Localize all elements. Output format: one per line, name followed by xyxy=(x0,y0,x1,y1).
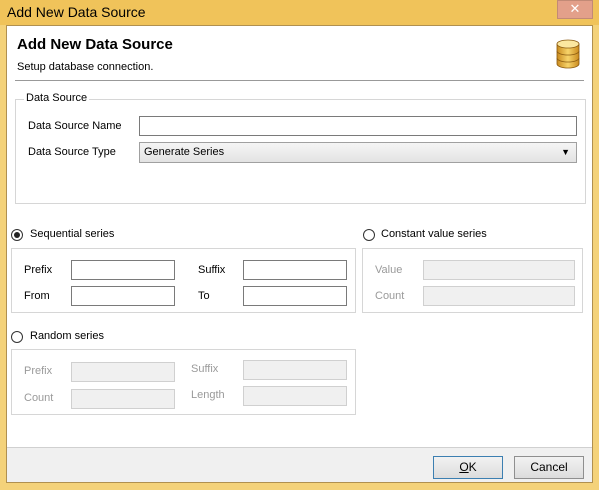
data-source-type-value: Generate Series xyxy=(144,146,225,158)
dialog-body: Add New Data Source Setup database conne… xyxy=(6,25,593,483)
sequential-prefix-input[interactable] xyxy=(71,260,175,280)
window-title: Add New Data Source xyxy=(7,4,146,20)
chevron-down-icon: ▼ xyxy=(561,147,570,157)
ok-mnemonic: O xyxy=(459,460,469,474)
title-bar: Add New Data Source ✕ xyxy=(0,0,599,25)
constant-value-label: Value xyxy=(375,264,403,276)
data-source-type-label: Data Source Type xyxy=(28,146,116,158)
random-series-panel: Prefix Suffix Count Length xyxy=(11,349,356,415)
random-prefix-input[interactable] xyxy=(71,362,175,382)
dialog-footer: OK Cancel xyxy=(7,448,592,482)
constant-series-label: Constant value series xyxy=(381,228,487,240)
data-source-name-input[interactable] xyxy=(139,116,577,136)
ok-button[interactable]: OK xyxy=(433,456,503,479)
data-source-legend: Data Source xyxy=(24,92,90,104)
random-suffix-label: Suffix xyxy=(191,363,219,375)
sequential-series-radio[interactable] xyxy=(11,229,23,241)
sequential-from-input[interactable] xyxy=(71,286,175,306)
constant-count-label: Count xyxy=(375,290,405,302)
random-suffix-input[interactable] xyxy=(243,360,347,380)
random-prefix-label: Prefix xyxy=(24,365,53,377)
random-length-label: Length xyxy=(191,389,225,401)
sequential-to-input[interactable] xyxy=(243,286,347,306)
random-length-input[interactable] xyxy=(243,386,347,406)
close-icon: ✕ xyxy=(569,2,581,17)
sequential-suffix-input[interactable] xyxy=(243,260,347,280)
sequential-to-label: To xyxy=(198,290,210,302)
database-icon xyxy=(556,39,580,69)
constant-count-input[interactable] xyxy=(423,286,575,306)
constant-value-input[interactable] xyxy=(423,260,575,280)
constant-series-radio[interactable] xyxy=(363,229,375,241)
random-series-label: Random series xyxy=(30,330,104,342)
close-button[interactable]: ✕ xyxy=(557,0,593,19)
sequential-prefix-label: Prefix xyxy=(24,264,53,276)
data-source-group: Data Source Data Source Name Data Source… xyxy=(15,92,586,204)
header-separator xyxy=(15,80,584,81)
cancel-button[interactable]: Cancel xyxy=(514,456,584,479)
sequential-from-label: From xyxy=(24,290,50,302)
ok-label-rest: K xyxy=(468,460,477,474)
data-source-type-select[interactable]: Generate Series ▼ xyxy=(139,142,577,163)
sequential-suffix-label: Suffix xyxy=(198,264,226,276)
random-series-radio[interactable] xyxy=(11,331,23,343)
dialog-subtitle: Setup database connection. xyxy=(17,61,154,73)
dialog-heading: Add New Data Source xyxy=(17,36,173,53)
random-count-label: Count xyxy=(24,392,54,404)
sequential-series-panel: Prefix Suffix From To xyxy=(11,248,356,313)
data-source-name-label: Data Source Name xyxy=(28,120,122,132)
constant-series-panel: Value Count xyxy=(362,248,583,313)
sequential-series-label: Sequential series xyxy=(30,228,115,240)
random-count-input[interactable] xyxy=(71,389,175,409)
